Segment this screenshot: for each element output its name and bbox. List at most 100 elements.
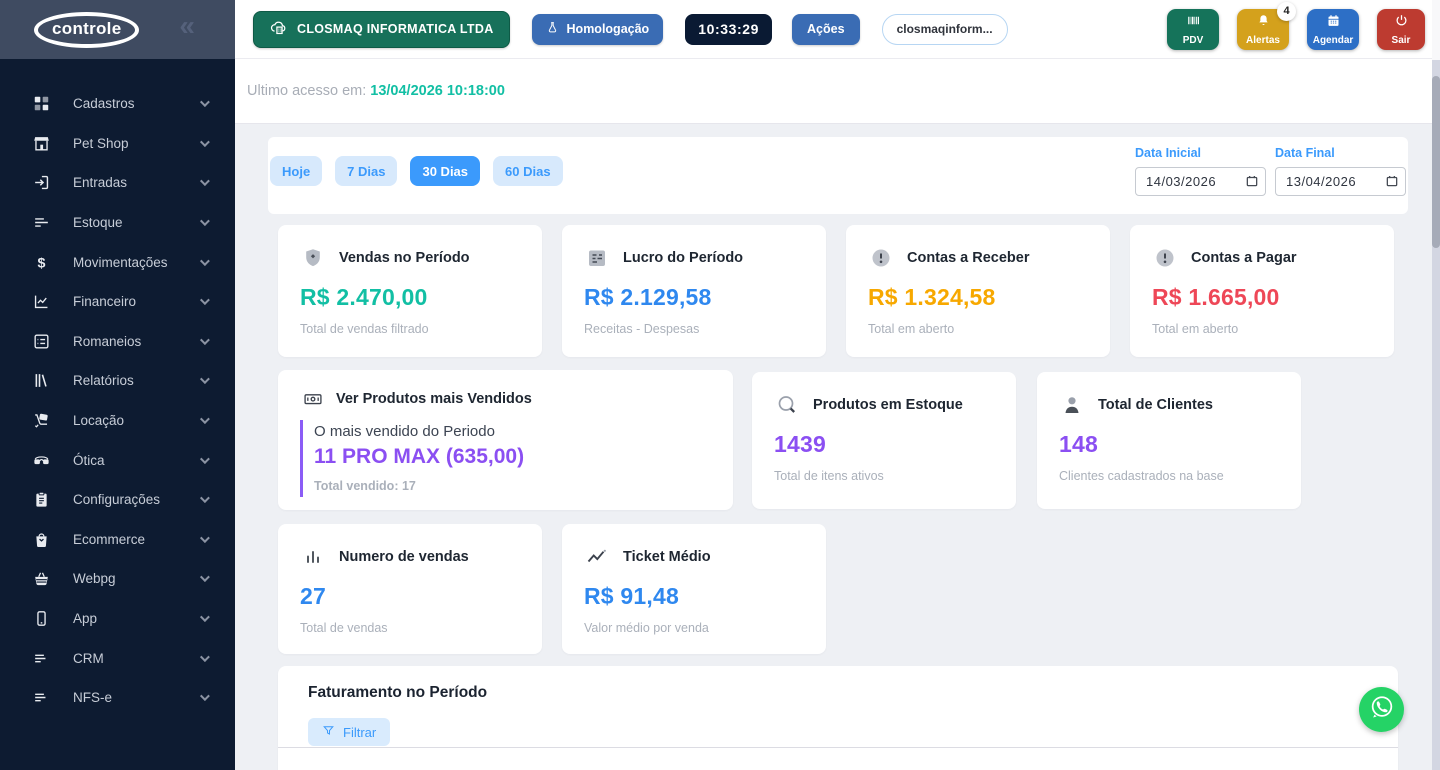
list-square-icon bbox=[584, 245, 610, 271]
sidebar-item-label: CRM bbox=[73, 651, 200, 666]
calendar-picker-icon[interactable] bbox=[1385, 174, 1399, 188]
power-icon bbox=[1394, 13, 1409, 33]
card-value: R$ 91,48 bbox=[584, 583, 804, 610]
sidebar-item-financeiro[interactable]: Financeiro bbox=[0, 282, 235, 322]
card-title: Contas a Pagar bbox=[1191, 250, 1297, 266]
chevron-down-icon bbox=[200, 295, 210, 305]
card-subtitle: Clientes cadastrados na base bbox=[1059, 469, 1279, 483]
sidebar-item-pet-shop[interactable]: Pet Shop bbox=[0, 124, 235, 164]
filtrar-button[interactable]: Filtrar bbox=[308, 718, 390, 746]
grid-icon bbox=[30, 93, 52, 115]
sidebar-item-label: Webpg bbox=[73, 571, 200, 586]
clock-display: 10:33:29 bbox=[685, 14, 772, 45]
sidebar-item-label: NFS-e bbox=[73, 690, 200, 705]
chevron-down-icon bbox=[200, 533, 210, 543]
preset-60dias-button[interactable]: 60 Dias bbox=[493, 156, 563, 186]
sidebar-menu: Cadastros Pet Shop Entradas Estoque $ Mo… bbox=[0, 84, 235, 718]
topbar: CLOSMAQ INFORMATICA LTDA Homologação 10:… bbox=[235, 0, 1432, 59]
card-subtitle: Total de itens ativos bbox=[774, 469, 994, 483]
banknote-icon bbox=[300, 386, 326, 412]
sidebar-item-locacao[interactable]: Locação bbox=[0, 401, 235, 441]
user-pill[interactable]: closmaqinform... bbox=[882, 14, 1008, 45]
books-icon bbox=[30, 370, 52, 392]
barcode-icon bbox=[1186, 13, 1201, 33]
card-subtitle: Total em aberto bbox=[868, 322, 1088, 336]
sidebar-item-crm[interactable]: CRM bbox=[0, 638, 235, 678]
scrollbar-cap bbox=[1432, 0, 1440, 60]
sidebar-item-label: Movimentações bbox=[73, 255, 200, 270]
preset-7dias-button[interactable]: 7 Dias bbox=[335, 156, 397, 186]
chevrons-left-icon[interactable]: « bbox=[179, 12, 195, 40]
sidebar-item-webpg[interactable]: Webpg bbox=[0, 559, 235, 599]
data-inicial-label: Data Inicial bbox=[1135, 146, 1266, 160]
sair-button[interactable]: Sair bbox=[1377, 9, 1425, 50]
agendar-button[interactable]: Agendar bbox=[1307, 9, 1359, 50]
shopping-bag-icon bbox=[30, 528, 52, 550]
pdv-button[interactable]: PDV bbox=[1167, 9, 1219, 50]
sidebar-item-label: Entradas bbox=[73, 175, 200, 190]
last-access-bar: Ultimo acesso em: 13/04/2026 10:18:00 bbox=[235, 59, 1432, 124]
sidebar-item-configuracoes[interactable]: Configurações bbox=[0, 480, 235, 520]
sidebar-item-romaneios[interactable]: Romaneios bbox=[0, 322, 235, 362]
sidebar-item-relatorios[interactable]: Relatórios bbox=[0, 361, 235, 401]
sidebar-item-movimentacoes[interactable]: $ Movimentações bbox=[0, 242, 235, 282]
homologacao-button[interactable]: Homologação bbox=[532, 14, 664, 45]
chevron-down-icon bbox=[200, 691, 210, 701]
top-product-name: 11 PRO MAX (635,00) bbox=[314, 445, 711, 469]
scrollbar-thumb[interactable] bbox=[1432, 76, 1440, 248]
list-lines-icon bbox=[30, 647, 52, 669]
produtos-mais-vendidos-card[interactable]: Ver Produtos mais Vendidos O mais vendid… bbox=[278, 370, 733, 510]
sidebar-item-entradas[interactable]: Entradas bbox=[0, 163, 235, 203]
sidebar-item-cadastros[interactable]: Cadastros bbox=[0, 84, 235, 124]
sidebar-item-ecommerce[interactable]: Ecommerce bbox=[0, 520, 235, 560]
scrollbar[interactable] bbox=[1432, 0, 1440, 770]
sidebar-item-label: Relatórios bbox=[73, 373, 200, 388]
company-button[interactable]: CLOSMAQ INFORMATICA LTDA bbox=[253, 11, 510, 48]
card-value: R$ 1.665,00 bbox=[1152, 284, 1372, 311]
sidebar-header: controle « bbox=[0, 0, 235, 59]
sidebar-item-label: Pet Shop bbox=[73, 136, 200, 151]
chevron-down-icon bbox=[200, 612, 210, 622]
sidebar-item-otica[interactable]: Ótica bbox=[0, 440, 235, 480]
bar-chart-icon bbox=[300, 544, 326, 570]
cloud-building-icon bbox=[269, 18, 288, 40]
card-value: R$ 2.470,00 bbox=[300, 284, 520, 311]
chevron-down-icon bbox=[200, 256, 210, 266]
chevron-down-icon bbox=[200, 97, 210, 107]
card-title: Ticket Médio bbox=[623, 549, 711, 565]
card-value: 148 bbox=[1059, 431, 1279, 458]
whatsapp-button[interactable] bbox=[1359, 687, 1404, 732]
acoes-button[interactable]: Ações bbox=[792, 14, 860, 45]
vendas-periodo-card: Vendas no Período R$ 2.470,00 Total de v… bbox=[278, 225, 542, 357]
top-product-total: Total vendido: 17 bbox=[314, 479, 711, 497]
sidebar-item-nfse[interactable]: NFS-e bbox=[0, 678, 235, 718]
sidebar-item-estoque[interactable]: Estoque bbox=[0, 203, 235, 243]
basket-icon bbox=[30, 568, 52, 590]
card-value: 27 bbox=[300, 583, 520, 610]
preset-30dias-button[interactable]: 30 Dias bbox=[410, 156, 480, 186]
faturamento-title: Faturamento no Período bbox=[308, 684, 1368, 702]
checklist-icon bbox=[30, 330, 52, 352]
divider bbox=[278, 747, 1398, 748]
dollar-icon: $ bbox=[30, 251, 52, 273]
chevron-down-icon bbox=[200, 493, 210, 503]
alertas-button[interactable]: 4 Alertas bbox=[1237, 9, 1289, 50]
contas-pagar-card: Contas a Pagar R$ 1.665,00 Total em aber… bbox=[1130, 225, 1394, 357]
svg-text:$: $ bbox=[37, 255, 45, 271]
sidebar: controle « Cadastros Pet Shop Entradas E… bbox=[0, 0, 235, 770]
sidebar-item-label: Estoque bbox=[73, 215, 200, 230]
storefront-icon bbox=[30, 132, 52, 154]
glasses-icon bbox=[30, 449, 52, 471]
chevron-down-icon bbox=[200, 573, 210, 583]
card-subtitle: Total de vendas bbox=[300, 621, 520, 635]
calendar-picker-icon[interactable] bbox=[1245, 174, 1259, 188]
sidebar-item-label: App bbox=[73, 611, 200, 626]
chevron-down-icon bbox=[200, 652, 210, 662]
sidebar-item-app[interactable]: App bbox=[0, 599, 235, 639]
preset-hoje-button[interactable]: Hoje bbox=[270, 156, 322, 186]
alert-count-badge: 4 bbox=[1277, 2, 1296, 21]
search-icon bbox=[774, 392, 800, 418]
chevron-down-icon bbox=[200, 137, 210, 147]
chevron-down-icon bbox=[200, 177, 210, 187]
chevron-down-icon bbox=[200, 414, 210, 424]
